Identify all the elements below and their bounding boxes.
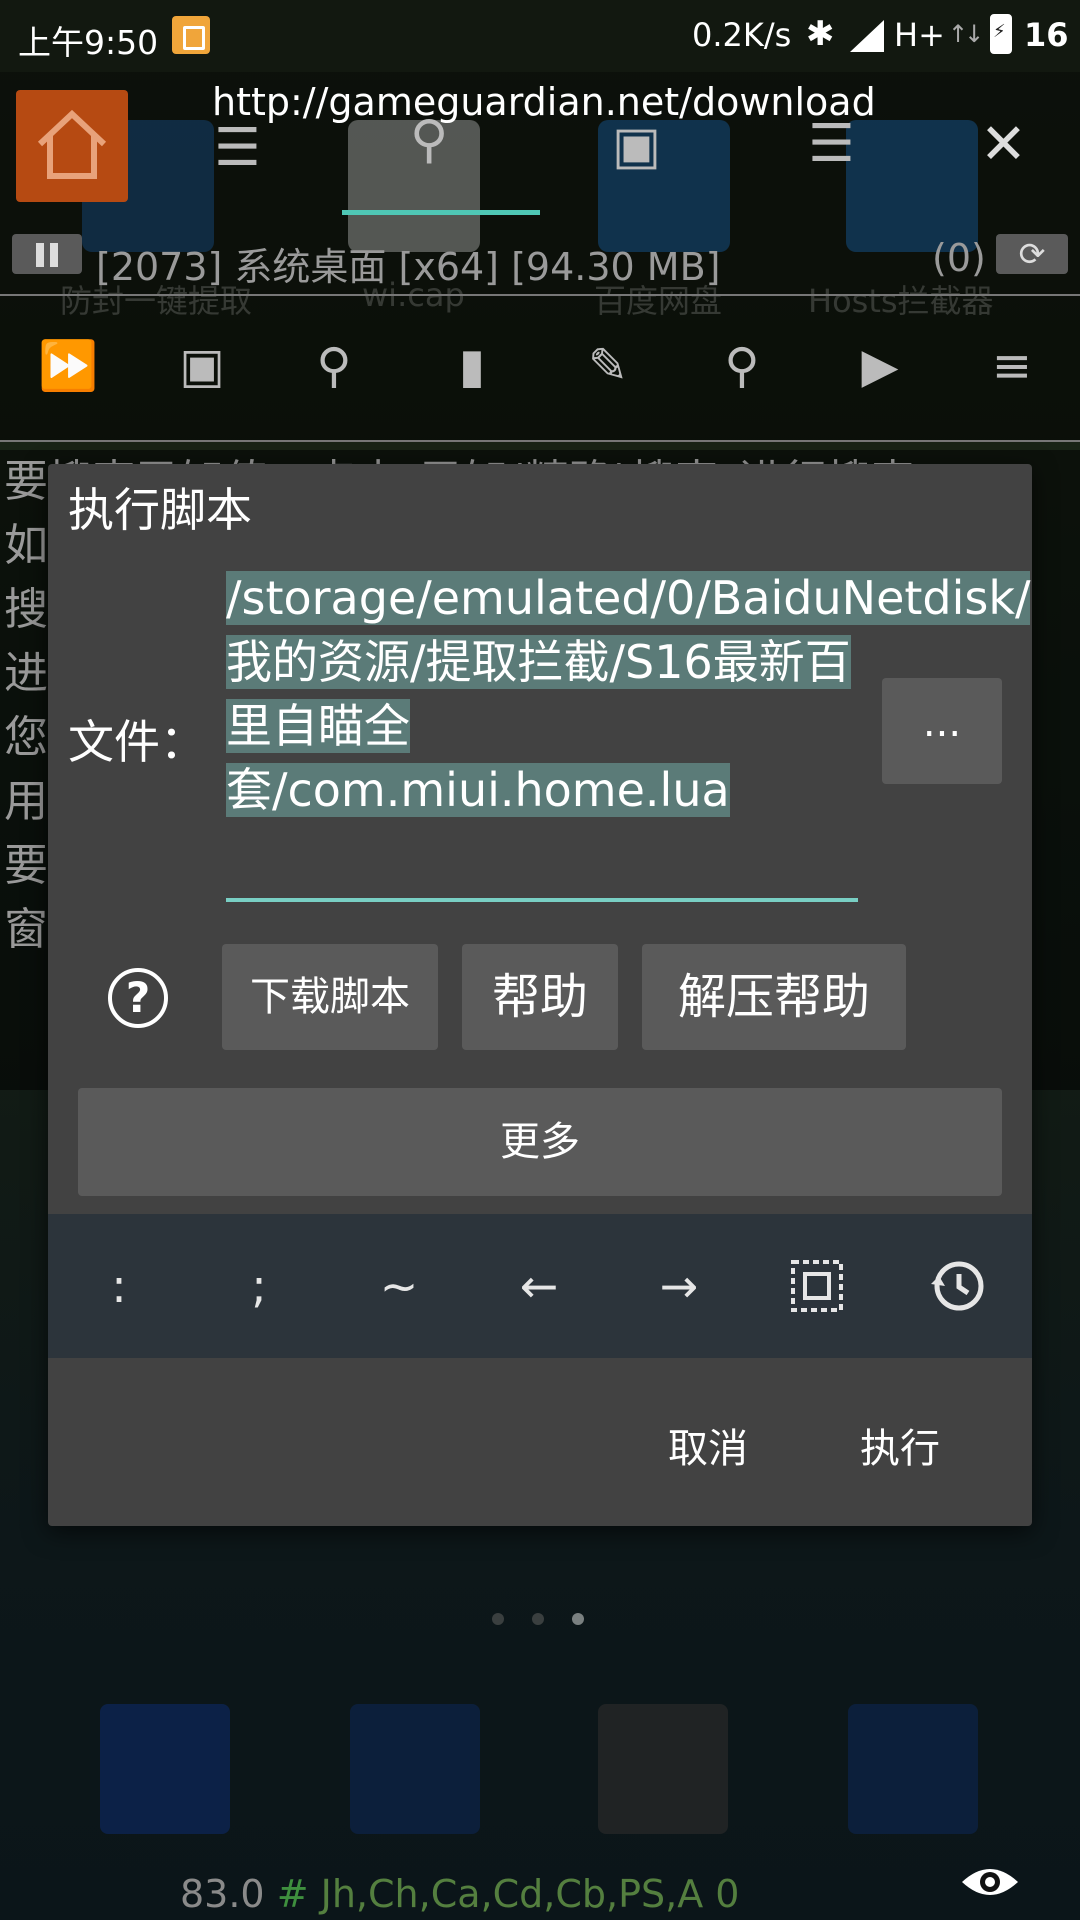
result-count: (0) xyxy=(932,236,986,280)
data-activity-icon: ↑↓ xyxy=(948,20,984,48)
cancel-button[interactable]: 取消 xyxy=(648,1416,768,1476)
list-tab-icon[interactable]: ☰ xyxy=(808,114,855,174)
input-underline xyxy=(226,898,858,902)
gg-status-footer: 83.0 # Jh,Ch,Ca,Cd,Cb,PS,A 0 xyxy=(180,1872,739,1916)
bluetooth-icon: ✱ xyxy=(806,14,835,54)
unzip-help-button[interactable]: 解压帮助 xyxy=(642,944,906,1050)
fast-forward-icon[interactable]: ⏩ xyxy=(38,336,98,396)
download-script-button[interactable]: 下载脚本 xyxy=(222,944,438,1050)
status-clock: 上午9:50 xyxy=(18,23,159,62)
key-right-arrow[interactable]: → xyxy=(634,1250,724,1322)
key-tilde[interactable]: ~ xyxy=(354,1250,444,1322)
bg-app-label: Hosts拦截器 xyxy=(808,282,994,320)
footer-registers: Jh,Ch,Ca,Cd,Cb,PS,A 0 xyxy=(320,1872,740,1916)
home-icon xyxy=(37,109,107,179)
divider xyxy=(0,294,1080,296)
download-url[interactable]: http://gameguardian.net/download xyxy=(212,80,876,124)
active-tab-indicator xyxy=(342,210,540,215)
close-icon[interactable]: ✕ xyxy=(980,112,1027,177)
eye-icon[interactable] xyxy=(960,1862,1020,1902)
camera-app-icon[interactable] xyxy=(598,1704,728,1834)
bg-app-icon xyxy=(846,120,978,252)
history-icon[interactable] xyxy=(912,1250,1002,1322)
search-icon[interactable]: ⚲ xyxy=(712,336,772,396)
key-colon[interactable]: : xyxy=(74,1250,164,1322)
pause-button[interactable] xyxy=(12,234,82,274)
help-button[interactable]: 帮助 xyxy=(462,944,618,1050)
divider xyxy=(0,440,1080,442)
footer-hash: # xyxy=(276,1872,309,1916)
more-button[interactable]: 更多 xyxy=(78,1088,1002,1196)
battery-charging-icon xyxy=(990,14,1012,54)
signal-icon xyxy=(850,20,884,52)
edit-icon[interactable]: ✎ xyxy=(578,336,638,396)
page-indicator xyxy=(492,1610,612,1629)
refresh-button[interactable]: ⟳ xyxy=(996,234,1068,274)
battery-level: 16 xyxy=(1024,16,1069,54)
play-icon[interactable]: ▶ xyxy=(850,336,910,396)
network-type: H+ xyxy=(894,16,945,54)
save-tab-icon[interactable]: ▣ xyxy=(612,116,661,176)
execute-button[interactable]: 执行 xyxy=(840,1416,960,1476)
key-semicolon[interactable]: ; xyxy=(214,1250,304,1322)
search-tab-icon[interactable]: ⚲ xyxy=(410,110,448,170)
settings-sliders-icon[interactable]: ☰ xyxy=(214,118,261,178)
file-label: 文件： xyxy=(68,715,206,769)
menu-icon[interactable]: ≡ xyxy=(982,336,1042,396)
search-unknown-icon[interactable]: ⚲ xyxy=(304,336,364,396)
home-button[interactable] xyxy=(16,90,128,202)
script-path-input[interactable]: /storage/emulated/0/BaiduNetdisk/我的资源/提取… xyxy=(226,566,1031,906)
delete-icon[interactable]: ▮ xyxy=(442,336,502,396)
phone-app-icon[interactable] xyxy=(100,1704,230,1834)
browser-app-icon[interactable] xyxy=(350,1704,480,1834)
bg-app-label: 防封一键提取 xyxy=(60,282,253,320)
dialog-title: 执行脚本 xyxy=(68,483,252,537)
save-icon[interactable]: ▣ xyxy=(172,336,232,396)
messages-app-icon[interactable] xyxy=(848,1704,978,1834)
footer-value: 83.0 xyxy=(180,1872,265,1916)
bg-app-label: 百度网盘 xyxy=(594,282,723,320)
select-all-icon[interactable] xyxy=(772,1250,862,1322)
notification-calendar-icon xyxy=(172,16,210,54)
net-speed: 0.2K/s xyxy=(692,16,792,54)
help-circle-icon[interactable]: ? xyxy=(108,968,168,1028)
browse-button[interactable]: ... xyxy=(882,678,1002,784)
key-left-arrow[interactable]: ← xyxy=(494,1250,584,1322)
